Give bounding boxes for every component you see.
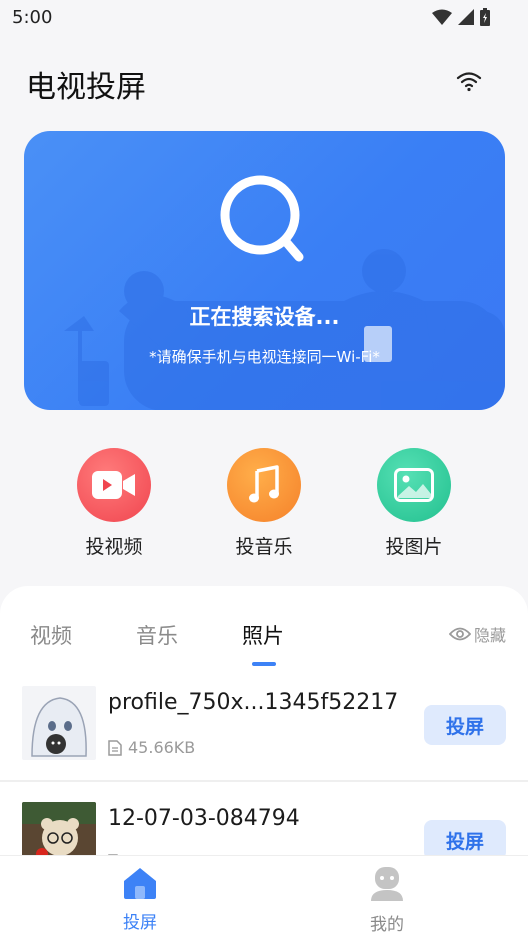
nav-item-mine[interactable]: 我的 bbox=[327, 866, 447, 935]
eye-icon bbox=[448, 627, 471, 641]
cast-music-button[interactable]: 投音乐 bbox=[204, 448, 324, 559]
search-status-text: 正在搜索设备... bbox=[189, 305, 340, 329]
active-tab-indicator bbox=[252, 662, 276, 666]
file-name: 12-07-03-084794 bbox=[108, 806, 300, 831]
file-size: 45.66KB bbox=[128, 738, 196, 757]
cast-video-label: 投视频 bbox=[85, 536, 143, 558]
page-title: 电视投屏 bbox=[26, 70, 146, 105]
cast-video-button[interactable]: 投视频 bbox=[54, 448, 174, 559]
music-icon bbox=[249, 465, 279, 503]
status-bar: 5:00 bbox=[0, 0, 528, 36]
device-search-card[interactable]: 正在搜索设备... *请确保手机与电视连接同一Wi-Fi* bbox=[24, 131, 505, 410]
nav-label-cast: 投屏 bbox=[123, 913, 157, 933]
file-icon bbox=[108, 739, 122, 756]
search-icon bbox=[220, 175, 304, 262]
anime-avatar-image bbox=[22, 686, 96, 760]
wifi-icon bbox=[456, 72, 482, 92]
hide-label: 隐藏 bbox=[473, 626, 506, 645]
status-time: 5:00 bbox=[12, 7, 53, 28]
cast-video-circle bbox=[77, 448, 151, 522]
nav-label-mine: 我的 bbox=[370, 915, 404, 935]
status-icons bbox=[432, 8, 490, 26]
battery-icon bbox=[480, 8, 490, 26]
cast-music-label: 投音乐 bbox=[235, 536, 293, 558]
cast-button[interactable]: 投屏 bbox=[424, 705, 506, 745]
profile-icon bbox=[371, 867, 403, 901]
list-divider bbox=[0, 780, 528, 782]
video-icon bbox=[92, 471, 135, 499]
image-icon bbox=[394, 468, 434, 502]
cast-image-label: 投图片 bbox=[385, 536, 443, 558]
nav-item-cast[interactable]: 投屏 bbox=[80, 866, 200, 933]
file-thumbnail bbox=[22, 686, 96, 760]
cast-image-circle bbox=[377, 448, 451, 522]
hide-toggle[interactable]: 隐藏 bbox=[448, 622, 506, 646]
cast-music-circle bbox=[227, 448, 301, 522]
wifi-signal-icon bbox=[432, 9, 452, 25]
file-meta: 45.66KB bbox=[108, 738, 195, 757]
home-icon bbox=[124, 868, 156, 899]
wifi-hint-text: *请确保手机与电视连接同一Wi-Fi* bbox=[149, 348, 380, 366]
wifi-settings-button[interactable] bbox=[452, 64, 486, 98]
cast-button[interactable]: 投屏 bbox=[424, 820, 506, 860]
file-name: profile_750x...1345f52217 bbox=[108, 690, 399, 715]
tab-music[interactable]: 音乐 bbox=[136, 620, 178, 650]
list-item[interactable]: profile_750x...1345f52217 45.66KB 投屏 bbox=[0, 686, 528, 786]
cell-signal-icon bbox=[458, 9, 474, 25]
bottom-nav: 投屏 我的 bbox=[0, 855, 528, 939]
tab-photos[interactable]: 照片 bbox=[242, 620, 284, 650]
cast-image-button[interactable]: 投图片 bbox=[354, 448, 474, 559]
tab-video[interactable]: 视频 bbox=[30, 620, 72, 650]
